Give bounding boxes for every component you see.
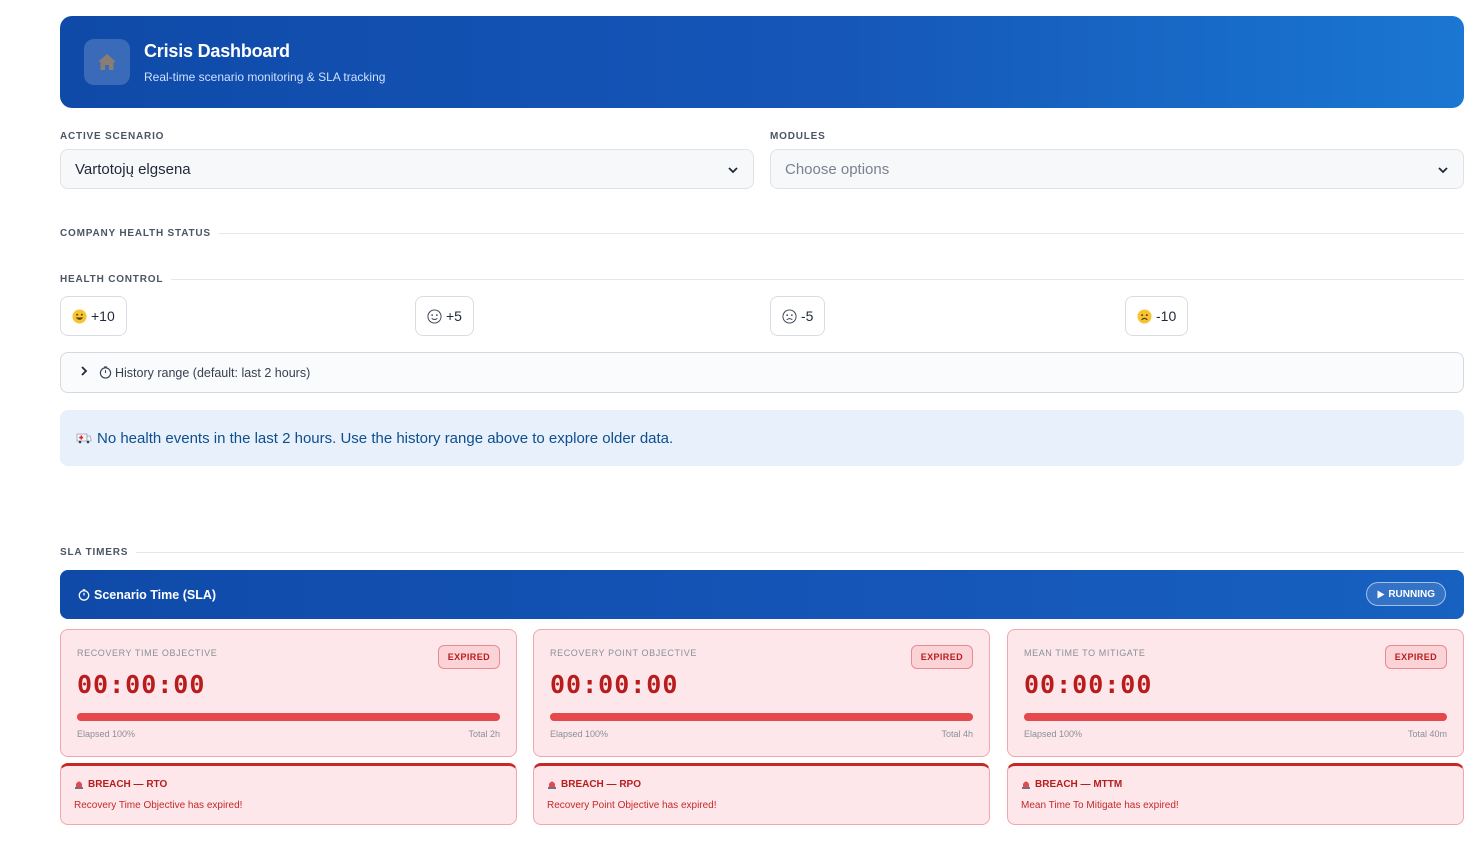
timer-progress-fill [550, 713, 973, 721]
timer-title: RECOVERY POINT OBJECTIVE [550, 648, 697, 658]
breach-alert-mttm: BREACH — MTTM Mean Time To Mitigate has … [1007, 763, 1464, 825]
scenario-value: Vartotojų elgsena [75, 160, 191, 178]
sla-timers-section: SLA TIMERS [60, 547, 1464, 558]
breach-title-text: BREACH — RPO [561, 779, 642, 790]
history-range-label: History range (default: last 2 hours) [115, 365, 311, 380]
chevron-down-icon [727, 163, 739, 180]
stopwatch-icon [78, 588, 90, 601]
health-button-label: -5 [801, 308, 814, 324]
chevron-right-icon [79, 365, 89, 380]
health-button-label: +10 [91, 308, 115, 324]
breach-message: Mean Time To Mitigate has expired! [1021, 800, 1179, 811]
play-icon [1377, 590, 1385, 599]
health-button-label: -10 [1156, 308, 1177, 324]
sla-timers-heading: SLA TIMERS [60, 547, 129, 558]
breach-alert-rto: BREACH — RTO Recovery Time Objective has… [60, 763, 517, 825]
breach-message: Recovery Point Objective has expired! [547, 800, 717, 811]
timer-card-rpo: RECOVERY POINT OBJECTIVE EXPIRED 00:00:0… [533, 629, 990, 757]
breach-title: BREACH — RPO [547, 779, 641, 790]
sla-scenario-bar: Scenario Time (SLA) RUNNING [60, 570, 1464, 619]
breach-title: BREACH — MTTM [1021, 779, 1122, 790]
health-minus-5-button[interactable]: -5 [770, 296, 826, 336]
no-events-alert: No health events in the last 2 hours. Us… [60, 410, 1464, 466]
timer-countdown: 00:00:00 [1024, 670, 1153, 699]
scenario-select[interactable]: Vartotojų elgsena [60, 149, 754, 189]
timer-total: Total 2h [468, 729, 500, 739]
timer-countdown: 00:00:00 [77, 670, 206, 699]
timer-total: Total 40m [1407, 729, 1447, 739]
breach-title: BREACH — RTO [74, 779, 167, 790]
no-events-message: No health events in the last 2 hours. Us… [97, 429, 674, 447]
dashboard-header: Crisis Dashboard Real-time scenario moni… [60, 16, 1464, 108]
worried-face-icon [1137, 308, 1152, 324]
breach-title-text: BREACH — RTO [88, 779, 168, 790]
expired-badge: EXPIRED [437, 645, 500, 669]
divider [171, 279, 1464, 280]
page-subtitle: Real-time scenario monitoring & SLA trac… [144, 69, 386, 84]
modules-multiselect[interactable]: Choose options [770, 149, 1464, 189]
health-control-heading: HEALTH CONTROL [60, 274, 164, 285]
modules-placeholder: Choose options [785, 160, 890, 178]
divider [218, 233, 1464, 234]
modules-label: MODULES [770, 131, 826, 142]
timer-progress-track [1024, 713, 1447, 721]
timer-progress-track [550, 713, 973, 721]
timer-progress-track [77, 713, 500, 721]
breach-title-text: BREACH — MTTM [1035, 779, 1123, 790]
running-status-badge: RUNNING [1366, 582, 1446, 606]
slight-smile-icon [427, 308, 442, 324]
timer-elapsed: Elapsed 100% [77, 729, 136, 739]
timer-elapsed: Elapsed 100% [1024, 729, 1083, 739]
company-health-heading: COMPANY HEALTH STATUS [60, 228, 211, 239]
company-health-section: COMPANY HEALTH STATUS [60, 228, 1464, 239]
health-control-section: HEALTH CONTROL [60, 274, 1464, 285]
siren-icon [74, 779, 84, 790]
ambulance-icon [76, 432, 92, 444]
health-minus-10-button[interactable]: -10 [1125, 296, 1189, 336]
chevron-down-icon [1437, 163, 1449, 180]
history-range-expander[interactable]: History range (default: last 2 hours) [60, 352, 1464, 393]
timer-title: RECOVERY TIME OBJECTIVE [77, 648, 218, 658]
breach-message: Recovery Time Objective has expired! [74, 800, 243, 811]
stopwatch-icon [99, 366, 112, 379]
health-button-label: +5 [446, 308, 462, 324]
expired-badge: EXPIRED [1384, 645, 1447, 669]
timer-progress-fill [1024, 713, 1447, 721]
scenario-label: ACTIVE SCENARIO [60, 131, 165, 142]
health-plus-5-button[interactable]: +5 [415, 296, 474, 336]
home-icon [84, 39, 130, 85]
grinning-face-icon [72, 308, 87, 324]
timer-elapsed: Elapsed 100% [550, 729, 609, 739]
health-plus-10-button[interactable]: +10 [60, 296, 127, 336]
timer-total: Total 4h [941, 729, 973, 739]
timer-title: MEAN TIME TO MITIGATE [1024, 648, 1146, 658]
slight-frown-icon [782, 308, 797, 324]
divider [136, 552, 1464, 553]
running-status-label: RUNNING [1388, 588, 1435, 600]
breach-alert-rpo: BREACH — RPO Recovery Point Objective ha… [533, 763, 990, 825]
page-title: Crisis Dashboard [144, 40, 290, 61]
timer-countdown: 00:00:00 [550, 670, 679, 699]
sla-scenario-title: Scenario Time (SLA) [94, 587, 217, 602]
timer-card-mttm: MEAN TIME TO MITIGATE EXPIRED 00:00:00 E… [1007, 629, 1464, 757]
siren-icon [1021, 779, 1031, 790]
siren-icon [547, 779, 557, 790]
expired-badge: EXPIRED [910, 645, 973, 669]
timer-progress-fill [77, 713, 500, 721]
timer-card-rto: RECOVERY TIME OBJECTIVE EXPIRED 00:00:00… [60, 629, 517, 757]
